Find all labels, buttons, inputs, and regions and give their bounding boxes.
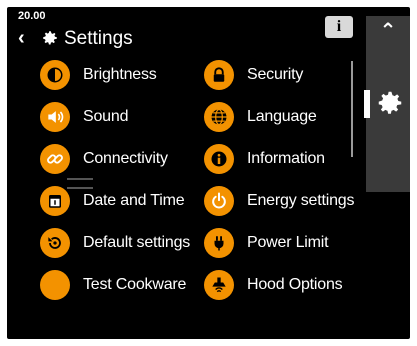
menu-item-label: Power Limit — [247, 234, 329, 251]
menu-item-sound[interactable]: Sound — [40, 101, 128, 133]
info-button[interactable]: i — [325, 16, 353, 38]
speaker-icon — [40, 102, 70, 132]
menu-item-date-and-time[interactable]: Date and Time — [40, 185, 185, 217]
settings-screen: 20.00 ‹ Settings i ⌃ Brightness Sound Co… — [7, 7, 410, 339]
globe-icon — [204, 102, 234, 132]
calendar-icon — [40, 186, 70, 216]
side-panel: ⌃ — [364, 16, 410, 192]
menu-item-label: Sound — [83, 108, 129, 125]
link-icon — [40, 144, 70, 174]
cookware-icon — [40, 270, 70, 300]
menu-item-default-settings[interactable]: Default settings — [40, 227, 190, 259]
menu-item-label: Brightness — [83, 66, 157, 83]
menu-item-energy-settings[interactable]: Energy settings — [204, 185, 354, 217]
menu-item-label: Language — [247, 108, 317, 125]
menu-item-test-cookware[interactable]: Test Cookware — [40, 269, 186, 301]
back-button[interactable]: ‹ — [18, 26, 25, 50]
menu-item-hood-options[interactable]: Hood Options — [204, 269, 343, 301]
menu-item-label: Connectivity — [83, 150, 168, 167]
scrollbar[interactable] — [351, 61, 353, 157]
menu-item-power-limit[interactable]: Power Limit — [204, 227, 329, 259]
menu-item-label: Security — [247, 66, 304, 83]
hood-icon — [204, 270, 234, 300]
clock: 20.00 — [18, 10, 46, 22]
chevron-up-button[interactable]: ⌃ — [366, 20, 410, 42]
menu-item-label: Date and Time — [83, 192, 185, 209]
menu-item-information[interactable]: Information — [204, 143, 325, 175]
reset-icon — [40, 228, 70, 258]
gear-icon[interactable] — [375, 88, 405, 118]
menu-item-language[interactable]: Language — [204, 101, 317, 133]
brightness-icon — [40, 60, 70, 90]
menu-item-brightness[interactable]: Brightness — [40, 59, 157, 91]
menu-item-label: Test Cookware — [83, 276, 187, 293]
selection-marker — [364, 90, 370, 118]
menu-item-label: Energy settings — [247, 192, 355, 209]
plug-icon — [204, 228, 234, 258]
lock-icon — [204, 60, 234, 90]
menu-item-label: Information — [247, 150, 325, 167]
gear-icon — [43, 31, 57, 45]
menu-item-label: Default settings — [83, 234, 191, 251]
info-icon — [204, 144, 234, 174]
menu-item-label: Hood Options — [247, 276, 343, 293]
page-title: Settings — [64, 28, 133, 49]
menu-item-security[interactable]: Security — [204, 59, 303, 91]
divider — [67, 178, 93, 180]
power-icon — [204, 186, 234, 216]
menu-item-connectivity[interactable]: Connectivity — [40, 143, 168, 175]
